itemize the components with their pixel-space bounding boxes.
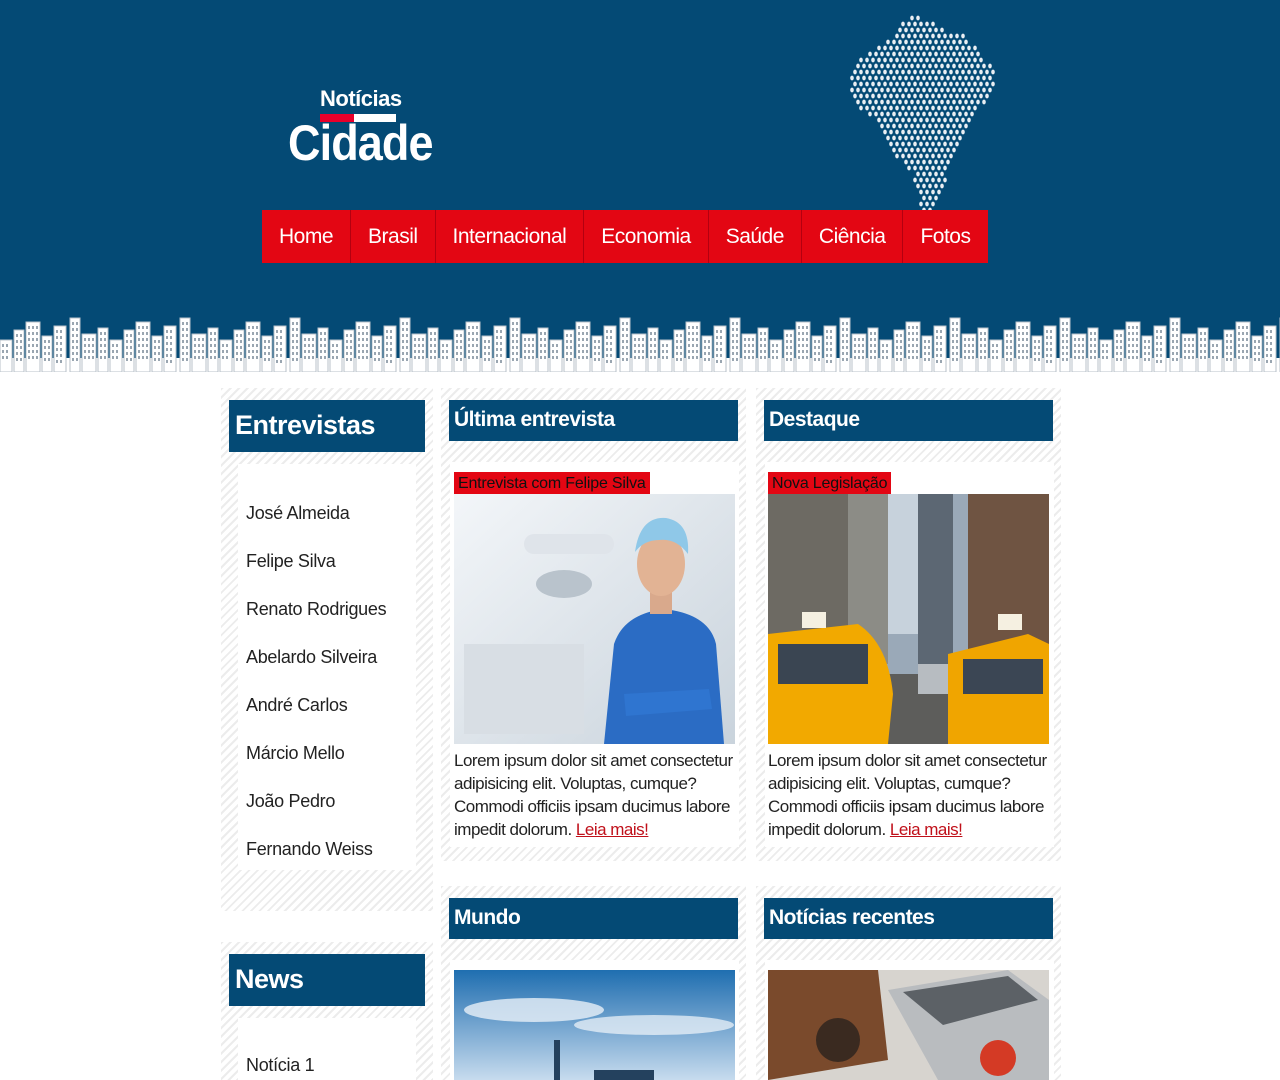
nav-item-ciencia[interactable]: Ciência (802, 210, 904, 263)
desk-laptop-photo[interactable] (768, 970, 1049, 1080)
interviews-list: José Almeida Felipe Silva Renato Rodrigu… (238, 464, 416, 887)
nav-item-internacional[interactable]: Internacional (436, 210, 585, 263)
interview-item[interactable]: André Carlos (246, 695, 416, 743)
latest-interview-read-more-link[interactable]: Leia mais! (576, 820, 649, 839)
interviews-title: Entrevistas (229, 400, 425, 452)
nav-item-saude[interactable]: Saúde (709, 210, 802, 263)
interviews-list-box: José Almeida Felipe Silva Renato Rodrigu… (238, 464, 416, 870)
interview-item[interactable]: Felipe Silva (246, 551, 416, 599)
latest-interview-tag[interactable]: Entrevista com Felipe Silva (454, 472, 650, 494)
nav-item-home[interactable]: Home (262, 210, 352, 263)
city-skyline-decoration (0, 317, 1280, 372)
logo-top-text: Notícias (320, 86, 402, 111)
latest-interview-card: Entrevista com Felipe Silva Lorem ipsum … (450, 462, 739, 847)
featured-text: Lorem ipsum dolor sit amet consectetur a… (768, 749, 1052, 841)
featured-card: Nova Legislação Lorem ipsum dolor sit am… (765, 462, 1054, 847)
world-city-photo[interactable] (454, 970, 735, 1080)
latest-interview-text: Lorem ipsum dolor sit amet consectetur a… (454, 749, 738, 841)
recent-news-title: Notícias recentes (764, 898, 1053, 939)
city-taxi-photo[interactable] (768, 494, 1049, 744)
featured-read-more-link[interactable]: Leia mais! (890, 820, 963, 839)
featured-panel: Destaque Nova Legislação Lorem ipsum dol… (756, 388, 1061, 861)
recent-news-card (765, 960, 1054, 1080)
nav-item-fotos[interactable]: Fotos (903, 210, 987, 263)
interviews-panel: Entrevistas José Almeida Felipe Silva Re… (221, 388, 433, 911)
world-panel: Mundo (441, 886, 746, 1080)
interview-item[interactable]: Márcio Mello (246, 743, 416, 791)
interview-item[interactable]: João Pedro (246, 791, 416, 839)
featured-title: Destaque (764, 400, 1053, 441)
world-card (450, 960, 739, 1080)
interview-item[interactable]: Fernando Weiss (246, 839, 416, 887)
latest-interview-title: Última entrevista (449, 400, 738, 441)
news-list-box: Notícia 1 (238, 1018, 416, 1080)
doctor-photo[interactable] (454, 494, 735, 744)
interview-item[interactable]: Abelardo Silveira (246, 647, 416, 695)
latest-interview-panel: Última entrevista Entrevista com Felipe … (441, 388, 746, 861)
featured-tag[interactable]: Nova Legislação (768, 472, 892, 494)
nav-item-economia[interactable]: Economia (584, 210, 709, 263)
news-panel: News Notícia 1 (221, 942, 433, 1080)
logo-bottom-text: Cidade (288, 115, 434, 171)
recent-news-panel: Notícias recentes (756, 886, 1061, 1080)
interview-item[interactable]: Renato Rodrigues (246, 599, 416, 647)
brazil-map-icon (850, 15, 995, 219)
main-nav: Home Brasil Internacional Economia Saúde… (262, 210, 988, 263)
news-list: Notícia 1 (238, 1018, 416, 1080)
nav-item-brasil[interactable]: Brasil (351, 210, 436, 263)
site-logo[interactable]: Notícias Cidade (288, 86, 434, 171)
interview-item[interactable]: José Almeida (246, 503, 416, 551)
world-title: Mundo (449, 898, 738, 939)
site-header: Notícias Cidade Home Brasil Internaciona… (0, 0, 1280, 372)
news-title: News (229, 954, 425, 1006)
news-item[interactable]: Notícia 1 (246, 1055, 416, 1080)
